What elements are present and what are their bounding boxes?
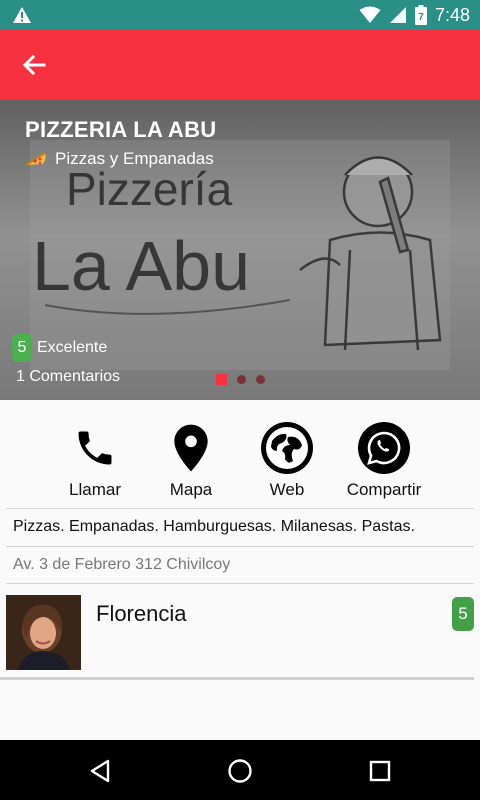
restaurant-category: Pizzas y Empanadas bbox=[25, 149, 214, 169]
hero-banner[interactable]: Pizzería La Abu PIZZERIA LA ABU Pizzas y… bbox=[0, 100, 480, 400]
globe-icon bbox=[261, 422, 313, 474]
divider bbox=[6, 583, 474, 584]
back-triangle-icon[interactable] bbox=[86, 756, 116, 786]
carousel-dot[interactable] bbox=[237, 375, 246, 384]
restaurant-description: Pizzas. Empanadas. Hamburguesas. Milanes… bbox=[13, 518, 415, 535]
restaurant-name: PIZZERIA LA ABU bbox=[25, 117, 217, 142]
phone-icon bbox=[78, 431, 112, 465]
call-button[interactable]: Llamar bbox=[45, 420, 145, 500]
divider bbox=[6, 546, 474, 547]
web-label: Web bbox=[269, 480, 305, 499]
recents-square-icon[interactable] bbox=[365, 756, 395, 786]
review-score-badge: 5 bbox=[452, 597, 474, 631]
rating-badge: 5 bbox=[12, 334, 32, 362]
signal-icon bbox=[389, 7, 406, 23]
warning-icon bbox=[13, 7, 31, 23]
reviewer-photo bbox=[6, 595, 81, 670]
map-button[interactable]: Mapa bbox=[141, 420, 241, 500]
carousel-indicator bbox=[216, 374, 265, 385]
action-row: Llamar Mapa Web Compartir bbox=[0, 420, 480, 505]
share-button[interactable]: Compartir bbox=[334, 420, 434, 500]
battery-level: 7 bbox=[418, 12, 424, 23]
carousel-dot-active[interactable] bbox=[216, 374, 227, 385]
rating-label: Excelente bbox=[37, 339, 108, 356]
pizza-icon bbox=[25, 152, 46, 166]
app-bar bbox=[0, 30, 480, 100]
rating-row: 5 Excelente bbox=[12, 334, 107, 362]
map-label: Mapa bbox=[169, 480, 213, 499]
comments-count[interactable]: 1 Comentarios bbox=[16, 368, 120, 386]
call-label: Llamar bbox=[69, 480, 121, 499]
divider bbox=[6, 508, 474, 509]
battery-icon: 7 bbox=[414, 5, 427, 25]
status-bar: 7 7:48 bbox=[0, 0, 480, 30]
map-pin-icon bbox=[174, 424, 208, 472]
system-nav-bar bbox=[0, 740, 480, 800]
carousel-dot[interactable] bbox=[256, 375, 265, 384]
wifi-icon bbox=[359, 6, 381, 23]
reviewer-name: Florencia bbox=[96, 601, 187, 626]
restaurant-address[interactable]: Av. 3 de Febrero 312 Chivilcoy bbox=[13, 556, 230, 574]
category-label: Pizzas y Empanadas bbox=[55, 149, 214, 168]
divider bbox=[0, 677, 474, 680]
share-label: Compartir bbox=[346, 480, 422, 499]
clock: 7:48 bbox=[434, 4, 470, 25]
whatsapp-icon bbox=[358, 422, 410, 474]
home-circle-icon[interactable] bbox=[225, 756, 255, 786]
web-button[interactable]: Web bbox=[237, 420, 337, 500]
avatar[interactable] bbox=[6, 595, 81, 670]
arrow-left-icon[interactable] bbox=[18, 50, 50, 80]
review-item[interactable]: Florencia 5 bbox=[0, 595, 480, 673]
